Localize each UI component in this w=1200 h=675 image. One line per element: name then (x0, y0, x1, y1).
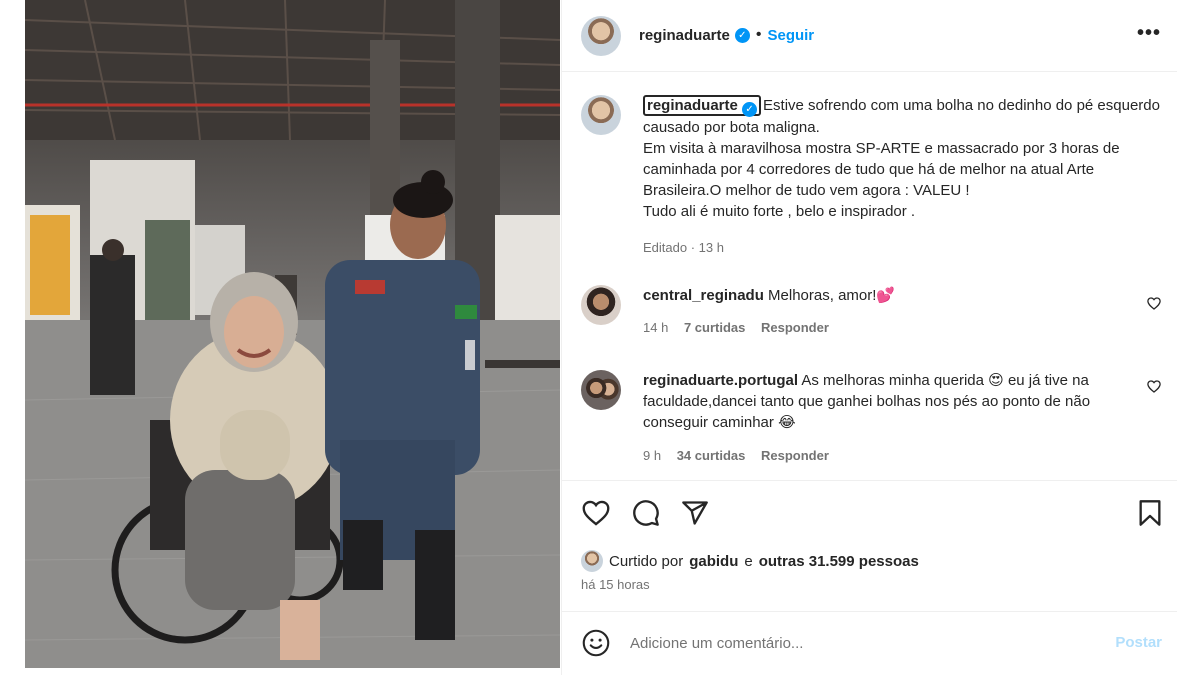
share-icon[interactable] (681, 499, 709, 527)
comment-like-heart-icon[interactable] (1147, 380, 1161, 393)
commenter-avatar[interactable] (581, 285, 621, 325)
add-comment-bar: Postar (562, 612, 1177, 675)
reply-button[interactable]: Responder (761, 448, 829, 463)
like-heart-icon[interactable] (582, 500, 610, 526)
comment-likes[interactable]: 34 curtidas (677, 448, 746, 463)
post-header: reginaduarte ✓ • Seguir ••• (562, 0, 1177, 72)
comment-meta: 14 h 7 curtidas Responder (643, 320, 829, 335)
liked-by-others[interactable]: outras 31.599 pessoas (759, 553, 919, 570)
author-avatar[interactable] (581, 16, 621, 56)
liked-by-conj: e (744, 552, 753, 570)
post-actions: Curtido por gabidu e outras 31.599 pesso… (562, 480, 1177, 612)
comment-body: central_reginadu Melhoras, amor!💕 (643, 285, 1123, 306)
post-panel: reginaduarte ✓ • Seguir ••• reginaduarte… (561, 0, 1177, 675)
caption-body: reginaduarte ✓ Estive sofrendo com uma bo… (643, 95, 1163, 222)
comment-body: reginaduarte.portugal As melhoras minha … (643, 370, 1123, 433)
post-photo (25, 0, 560, 668)
liker-avatar[interactable] (581, 550, 603, 572)
author-username[interactable]: reginaduarte (639, 27, 730, 44)
comment-username[interactable]: reginaduarte.portugal (643, 372, 798, 389)
verified-badge-icon: ✓ (734, 27, 750, 43)
emoji-icon[interactable] (582, 629, 610, 657)
post-comment-button[interactable]: Postar (1115, 634, 1162, 651)
comment-text: Melhoras, amor!💕 (768, 287, 896, 304)
follow-button[interactable]: Seguir (767, 27, 814, 44)
comment-username[interactable]: central_reginadu (643, 287, 764, 304)
comment-time: 14 h (643, 320, 669, 335)
photo-illustration (25, 0, 560, 668)
comment-time: 9 h (643, 448, 662, 463)
verified-badge-icon: ✓ (742, 102, 758, 117)
caption-meta: Editado · 13 h (643, 240, 724, 255)
comment-meta: 9 h 34 curtidas Responder (643, 448, 829, 463)
author-line: reginaduarte ✓ • Seguir (639, 26, 814, 44)
separator-dot: • (755, 26, 762, 43)
liked-by-prefix: Curtido por (609, 552, 684, 570)
comment-input[interactable] (630, 631, 1090, 655)
comment-icon[interactable] (632, 499, 660, 527)
more-options-icon[interactable]: ••• (1137, 22, 1161, 45)
reply-button[interactable]: Responder (761, 320, 829, 335)
bookmark-icon[interactable] (1138, 499, 1162, 527)
comment-likes[interactable]: 7 curtidas (684, 320, 745, 335)
caption-username[interactable]: reginaduarte ✓ (643, 95, 762, 117)
caption-avatar[interactable] (581, 95, 621, 135)
likes-summary: Curtido por gabidu e outras 31.599 pesso… (581, 550, 919, 572)
liked-by-user[interactable]: gabidu (689, 553, 738, 570)
commenter-avatar[interactable] (581, 370, 621, 410)
comment-like-heart-icon[interactable] (1147, 297, 1161, 310)
post-time-ago: há 15 horas (581, 577, 650, 592)
